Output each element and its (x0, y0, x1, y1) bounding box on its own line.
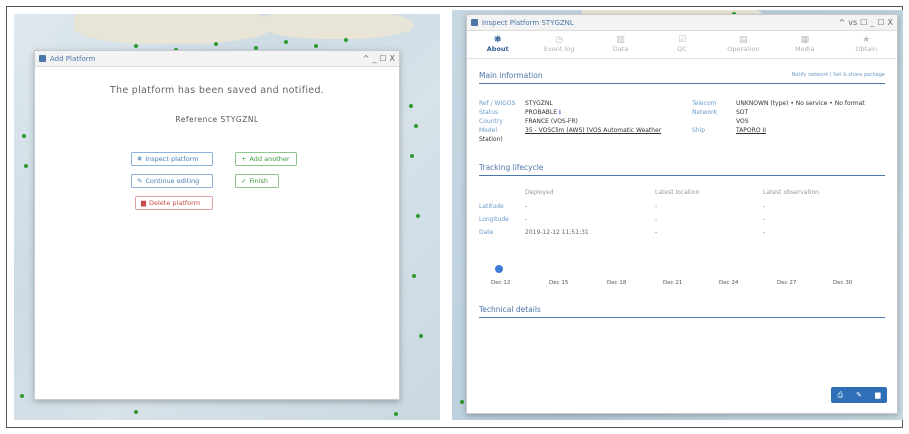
tab-data[interactable]: ▥ Data (590, 31, 651, 58)
platform-icon (39, 55, 46, 62)
close-icon[interactable]: X (888, 18, 893, 27)
platform-icon (471, 19, 478, 26)
timeline-label: Dec 21 (663, 280, 683, 286)
info-row: Network SOT (692, 109, 749, 116)
tab-bar: ⛯ About ◷ Event log ▥ Data ☑ QC ▤ Operation ▦… (467, 31, 897, 59)
inspect-platform-title: Inspect Platform STYGZNL (482, 18, 574, 27)
col-deployed: Deployed (525, 189, 554, 196)
image-icon: ▦ (800, 35, 810, 45)
edit-icon: ✎ (137, 177, 143, 185)
col-latest-location: Latest location (655, 189, 700, 196)
print-icon[interactable]: ⎙ (838, 391, 844, 400)
main-information-heading: Main information Notify network | Set & … (479, 71, 885, 84)
model-link[interactable]: 35 - VOSClim (AWS) (VOS Automatic Weathe… (525, 127, 661, 134)
info-row: Model 35 - VOSClim (AWS) (VOS Automatic W… (479, 127, 662, 134)
saved-message: The platform has been saved and notified… (109, 85, 325, 96)
compare-icon[interactable]: vs (848, 18, 857, 27)
collapse-icon[interactable]: ^ (363, 54, 370, 63)
reference-label: Reference STYGZNL (175, 115, 259, 124)
delete-platform-button[interactable]: ▆ Delete platform (135, 196, 213, 210)
ship-link[interactable]: TAPORO II (736, 127, 766, 134)
continue-editing-button[interactable]: ✎ Continue editing (131, 174, 213, 188)
footer-action-bar: ⎙ ✎ ▆ (831, 387, 887, 403)
info-icon[interactable]: ℹ (559, 109, 561, 116)
plus-icon: + (241, 155, 247, 163)
trash-icon: ▆ (141, 199, 146, 207)
main-info-links[interactable]: Notify network | Set & share package (792, 72, 885, 78)
info-row: Station) (479, 136, 503, 143)
binoculars-icon: ⛯ (494, 35, 502, 45)
add-platform-titlebar[interactable]: Add Platform ^ _ ☐ X (35, 51, 399, 67)
info-row: Telecom UNKNOWN (type) • No service • No … (692, 100, 865, 107)
timeline-label: Dec 15 (549, 280, 569, 286)
tab-qc[interactable]: ☑ QC (651, 31, 712, 58)
tab-operation[interactable]: ▤ Operation (713, 31, 774, 58)
minimize-icon[interactable]: _ (372, 54, 376, 63)
maximize-icon[interactable]: ☐ (877, 18, 884, 27)
clock-icon: ◷ (555, 35, 564, 45)
tab-media[interactable]: ▦ Media (774, 31, 835, 58)
collapse-icon[interactable]: ^ (839, 18, 846, 27)
technical-details-heading: Technical details (479, 305, 885, 318)
tracking-lifecycle-heading: Tracking lifecycle (479, 163, 885, 176)
add-platform-window: Add Platform ^ _ ☐ X The platform has be… (34, 50, 400, 400)
maximize-icon[interactable]: ☐ (379, 54, 386, 63)
timeline-label: Dec 18 (607, 280, 627, 286)
check-circle-icon: ☑ (677, 35, 687, 45)
info-row: Country FRANCE (VOS-FR) (479, 118, 578, 125)
timeline-label: Dec 30 (833, 280, 853, 286)
finish-button[interactable]: ✓ Finish (235, 174, 279, 188)
clipboard-icon: ▤ (739, 35, 748, 45)
main-info-left: Ref / WIGOS STYGZNL Status PROBABLE ℹ Coun… (479, 99, 661, 144)
detach-icon[interactable]: ☐ (860, 18, 867, 27)
timeline-label: Dec 27 (777, 280, 797, 286)
star-icon: ★ (862, 35, 871, 45)
inspect-platform-window: Inspect Platform STYGZNL ^ vs ☐ _ ☐ X ⛯ A… (466, 14, 898, 414)
tab-obtain[interactable]: ★ Obtain (836, 31, 897, 58)
inspect-platform-button[interactable]: ⛯ Inspect platform (131, 152, 213, 166)
main-info-right: Telecom UNKNOWN (type) • No service • No … (692, 99, 865, 135)
delete-icon[interactable]: ▆ (875, 391, 880, 399)
info-row: VOS (736, 118, 749, 125)
tab-event-log[interactable]: ◷ Event log (528, 31, 589, 58)
close-icon[interactable]: X (390, 54, 395, 63)
tab-about[interactable]: ⛯ About (467, 31, 528, 58)
check-icon: ✓ (241, 177, 247, 185)
binoculars-icon: ⛯ (137, 154, 143, 163)
info-row: Ship TAPORO II (692, 127, 766, 134)
edit-icon[interactable]: ✎ (856, 391, 862, 399)
timeline-label: Dec 12 (491, 280, 511, 286)
bar-chart-icon: ▥ (616, 35, 625, 45)
timeline-label: Dec 24 (719, 280, 739, 286)
info-row: Status PROBABLE ℹ (479, 109, 562, 116)
col-latest-observation: Latest observation (763, 189, 819, 196)
minimize-icon[interactable]: _ (870, 18, 874, 27)
info-row: Ref / WIGOS STYGZNL (479, 100, 553, 107)
add-platform-title: Add Platform (50, 54, 96, 63)
inspect-platform-titlebar[interactable]: Inspect Platform STYGZNL ^ vs ☐ _ ☐ X (467, 15, 897, 31)
add-another-button[interactable]: + Add another (235, 152, 297, 166)
timeline-deployment-marker[interactable] (495, 265, 503, 273)
